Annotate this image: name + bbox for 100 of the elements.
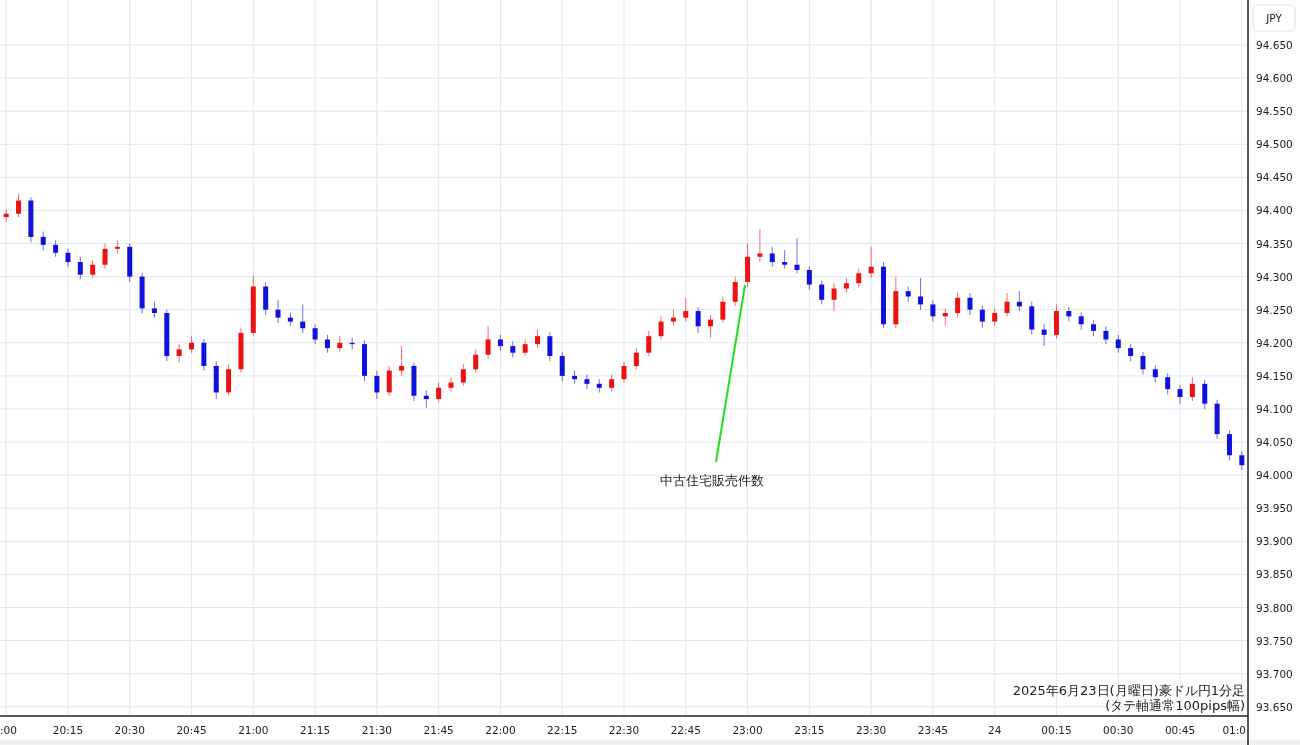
- candle: [1239, 450, 1245, 471]
- candle: [918, 277, 924, 311]
- candle: [164, 309, 170, 362]
- candle: [510, 340, 516, 358]
- price-label: 94.400: [1256, 204, 1293, 217]
- candle: [856, 268, 862, 288]
- price-label: 94.500: [1256, 138, 1293, 151]
- time-label: 21:00: [238, 724, 269, 736]
- candle: [1226, 429, 1232, 462]
- candle: [448, 376, 454, 393]
- candle: [942, 307, 948, 327]
- price-label: 94.650: [1256, 39, 1293, 51]
- candle: [1140, 351, 1146, 376]
- candle: [1004, 292, 1010, 317]
- candle: [559, 351, 565, 382]
- candle: [745, 243, 751, 288]
- candle: [1029, 301, 1035, 336]
- candle: [658, 315, 664, 340]
- candle: [819, 280, 825, 305]
- candle: [979, 305, 985, 329]
- candle: [423, 389, 429, 409]
- candle: [1016, 290, 1022, 312]
- candle: [806, 265, 812, 291]
- candle: [633, 347, 639, 370]
- price-label: 94.300: [1256, 270, 1293, 283]
- candle: [374, 370, 380, 400]
- candle: [176, 343, 182, 364]
- candle: [967, 292, 973, 316]
- candle: [362, 339, 367, 382]
- time-label: 21:45: [423, 724, 454, 736]
- candle: [226, 363, 232, 397]
- price-label: 94.600: [1256, 72, 1293, 85]
- candle: [349, 337, 355, 350]
- time-label: 23:45: [917, 724, 949, 736]
- price-label: 94.100: [1256, 402, 1293, 415]
- price-label: 93.800: [1256, 601, 1293, 614]
- time-label: :00: [0, 724, 17, 736]
- currency-label: JPY: [1266, 12, 1282, 24]
- candle: [127, 243, 133, 283]
- candle: [485, 325, 491, 360]
- candle: [757, 228, 763, 263]
- time-label: 00:30: [1103, 724, 1134, 736]
- candle: [930, 299, 936, 323]
- time-label: 24: [988, 724, 1002, 736]
- time-label: 20:30: [114, 724, 145, 736]
- candle: [460, 363, 466, 387]
- candle: [77, 256, 83, 280]
- candle: [1066, 306, 1072, 323]
- candle: [90, 259, 96, 279]
- time-label: 21:30: [361, 724, 392, 736]
- price-label: 93.850: [1256, 568, 1293, 581]
- candle: [1214, 399, 1220, 440]
- candle: [794, 237, 800, 274]
- candle: [782, 249, 788, 270]
- time-label: 22:30: [608, 724, 640, 736]
- candle: [201, 338, 207, 372]
- price-label: 94.050: [1256, 436, 1293, 449]
- candle: [213, 360, 219, 400]
- time-label: 00:45: [1164, 724, 1196, 736]
- candle: [584, 374, 590, 390]
- candle: [238, 327, 244, 374]
- time-label: 01:0: [1222, 724, 1246, 736]
- candle: [263, 281, 269, 316]
- candle: [53, 239, 59, 258]
- time-label: 22:00: [485, 724, 516, 736]
- candle: [1041, 323, 1047, 347]
- candle: [250, 274, 256, 337]
- candle: [386, 365, 392, 397]
- time-label: 21:15: [299, 724, 331, 736]
- candle: [1177, 384, 1183, 405]
- candle: [720, 295, 726, 324]
- candle: [596, 378, 602, 393]
- chart-caption: (タテ軸通常100pips幅): [1105, 698, 1245, 713]
- candle: [497, 334, 503, 352]
- candle: [114, 239, 120, 254]
- price-label: 94.150: [1256, 369, 1293, 382]
- candle: [535, 329, 540, 349]
- candle: [312, 323, 318, 345]
- time-label: 00:15: [1041, 724, 1072, 736]
- candle: [621, 360, 627, 383]
- candle: [1189, 376, 1195, 402]
- time-label: 20:45: [176, 724, 207, 736]
- price-label: 93.750: [1256, 634, 1293, 647]
- candle: [102, 243, 108, 270]
- price-label: 94.350: [1256, 237, 1293, 250]
- candle: [300, 303, 306, 334]
- candle: [670, 309, 676, 327]
- candle: [337, 335, 343, 353]
- candle: [324, 334, 330, 354]
- candle: [436, 382, 442, 403]
- candle: [683, 297, 689, 323]
- candle: [287, 311, 293, 327]
- chart-caption: 2025年6月23日(月曜日)豪ドル円1分足: [1012, 683, 1245, 698]
- candle: [1152, 364, 1158, 383]
- candle: [1165, 372, 1171, 395]
- currency-badge: [1252, 4, 1296, 32]
- candle: [3, 208, 9, 223]
- candle: [151, 301, 157, 319]
- candle: [843, 277, 849, 293]
- price-label: 94.000: [1256, 469, 1293, 482]
